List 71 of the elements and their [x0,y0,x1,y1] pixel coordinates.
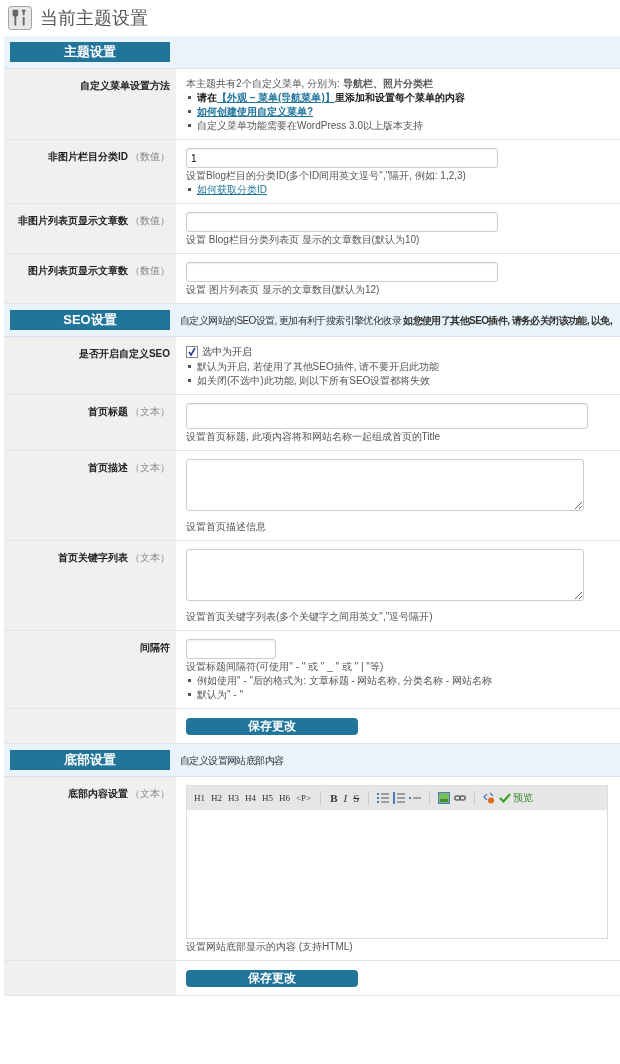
text-input[interactable] [186,639,276,659]
help-text: 设置网站底部显示的内容 (支持HTML) [186,940,354,953]
text-input[interactable]: 1 [186,148,498,168]
field-label: 非图片栏目分类ID [48,150,128,164]
help-text: 默认为" - " [186,688,620,701]
help-text: 设置 Blog栏目分类列表页 显示的文章数目(默认为10) [186,233,421,246]
save-button[interactable]: 保存更改 [186,718,358,735]
help-text: 设置首页标题, 此项内容将和网站名称一起组成首页的Title [186,430,442,443]
field-label: 非图片列表页显示文章数 [18,214,128,228]
field-type-hint: （数值） [130,264,170,278]
field-label: 图片列表页显示文章数 [28,264,128,278]
field-type-hint: （数值） [130,150,170,164]
help-text: 请在【外观 – 菜单(导航菜单)】里添加和设置每个菜单的内容 [186,91,620,104]
format-button[interactable]: <P> [295,793,313,803]
image-icon[interactable] [438,792,451,804]
field-label: 自定义菜单设置方法 [80,79,170,93]
format-button[interactable]: H2 [210,793,223,803]
help-text: 设置 图片列表页 显示的文章数目(默认为12) [186,283,381,296]
tools-icon [8,6,32,30]
help-link[interactable]: 如何获取分类ID [197,184,267,195]
text-input[interactable] [186,403,588,429]
rich-text-editor[interactable]: H1 H2 H3 H4 H5 H6 <P> B I S 预览 [186,785,608,939]
strikethrough-button[interactable]: S [352,792,361,804]
help-link[interactable]: 【外观 – 菜单(导航菜单)】 [217,92,335,103]
format-button[interactable]: H1 [193,793,206,803]
help-text: 例如使用" - "后的格式为: 文章标题 - 网站名称, 分类名称 - 网站名称 [186,674,620,687]
italic-button[interactable]: I [342,792,349,804]
field-label: 首页描述 [88,461,128,475]
link-icon[interactable] [454,792,467,804]
code-icon[interactable] [483,792,496,804]
preview-button[interactable]: 预览 [499,791,534,805]
help-text: 如关闭(不选中)此功能, 则以下所有SEO设置都将失效 [186,374,620,387]
format-button[interactable]: H5 [261,793,274,803]
help-text: 设置首页描述信息 [186,520,267,533]
help-text: 自定义菜单功能需要在WordPress 3.0以上版本支持 [186,119,620,132]
text-input[interactable] [186,262,498,282]
numbered-list-icon[interactable] [393,792,406,804]
bullet-list-icon[interactable] [377,792,390,804]
text-area[interactable] [186,549,584,601]
field-label: 间隔符 [140,641,170,655]
format-button[interactable]: H4 [244,793,257,803]
page-title: 当前主题设置 [40,7,148,30]
section-description: 自定义网站的SEO设置, 更加有利于搜索引擎优化收录 如您使用了其他SEO插件, 请务必关闭该功能, 以免, [179,314,614,328]
help-link[interactable]: 如何创建使用自定义菜单? [197,106,314,117]
help-text: 设置首页关键字列表(多个关键字之间用英文","逗号隔开) [186,610,434,623]
field-label: 是否开启自定义SEO [78,347,170,361]
field-label: 首页标题 [88,405,128,419]
help-text: 设置标题间隔符(可使用" - " 或 " _ " 或 " | "等) [186,660,385,673]
field-type-hint: （文本） [130,551,170,565]
section-description: 自定义设置网站底部内容 [179,754,285,768]
check-icon [499,792,512,804]
checkbox-label: 选中为开启 [202,345,252,359]
text-input[interactable] [186,212,498,232]
section-heading: 主题设置 [10,42,170,62]
field-type-hint: （文本） [130,787,170,801]
field-type-hint: （文本） [130,405,170,419]
text-area[interactable] [186,459,584,511]
checkbox[interactable] [186,346,198,358]
save-button[interactable]: 保存更改 [186,970,358,987]
field-label: 底部内容设置 [68,787,128,801]
help-text: 本主题共有2个自定义菜单, 分别为: 导航栏、照片分类栏 [186,77,434,90]
field-type-hint: （文本） [130,461,170,475]
bold-button[interactable]: B [329,792,339,804]
help-text: 默认为开启, 若使用了其他SEO插件, 请不要开启此功能 [186,360,620,373]
field-label: 首页关键字列表 [58,551,128,565]
format-button[interactable]: H6 [278,793,291,803]
format-button[interactable]: H3 [227,793,240,803]
field-type-hint: （数值） [130,214,170,228]
section-heading: 底部设置 [10,750,170,770]
section-heading: SEO设置 [10,310,170,330]
help-text: 设置Blog栏目的分类ID(多个ID间用英文逗号","隔开, 例如: 1,2,3) [186,169,467,182]
